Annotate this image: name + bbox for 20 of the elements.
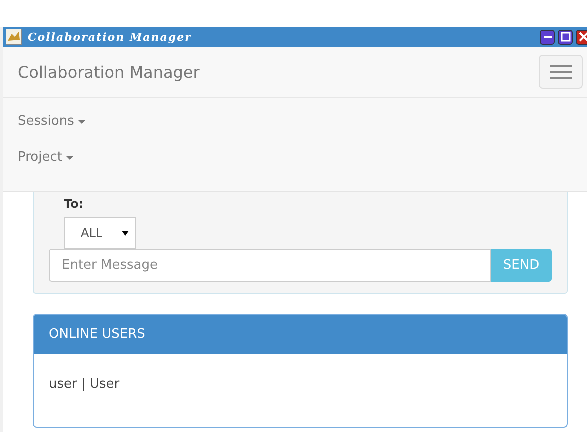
minimize-button[interactable] bbox=[540, 30, 555, 44]
dropdown-menu-item[interactable]: Sessions bbox=[3, 114, 86, 129]
recipient-select[interactable]: ALL bbox=[64, 217, 136, 249]
window-title: Collaboration Manager bbox=[28, 30, 192, 44]
maximize-icon bbox=[560, 32, 570, 42]
panel-title: ONLINE USERS bbox=[49, 327, 146, 342]
maximize-button[interactable] bbox=[558, 30, 573, 44]
to-label: To: bbox=[64, 197, 85, 211]
menu-button[interactable] bbox=[539, 55, 583, 89]
close-icon bbox=[578, 32, 587, 42]
caret-icon bbox=[122, 230, 129, 236]
menu-icon bbox=[550, 65, 572, 79]
close-button[interactable] bbox=[576, 30, 587, 44]
app-icon bbox=[6, 29, 22, 45]
caret-icon bbox=[66, 156, 74, 160]
message-input[interactable]: Enter Message bbox=[49, 249, 491, 282]
dropdown-menu-item[interactable]: Project bbox=[3, 150, 74, 165]
caret-icon bbox=[78, 120, 86, 124]
app-brand[interactable]: Collaboration Manager bbox=[18, 62, 200, 82]
user-entry: user | User bbox=[49, 377, 121, 392]
